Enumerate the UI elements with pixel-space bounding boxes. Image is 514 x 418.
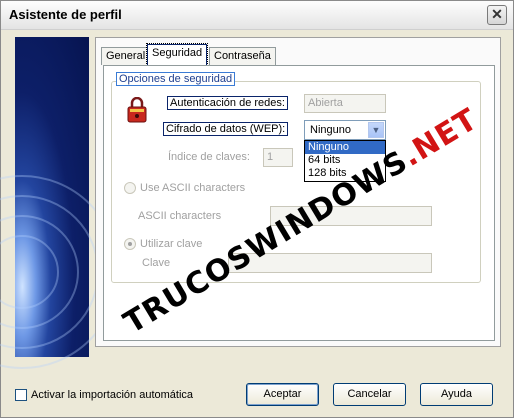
key-index-label: Índice de claves: <box>168 151 250 163</box>
close-icon: ✕ <box>491 6 503 22</box>
network-auth-field[interactable]: Abierta <box>304 94 386 113</box>
network-auth-label: Autenticación de redes: <box>167 96 288 110</box>
encryption-selected-value: Ninguno <box>310 124 351 136</box>
group-title: Opciones de seguridad <box>116 72 236 86</box>
tab-general[interactable]: General <box>101 47 151 65</box>
encryption-label: Cifrado de datos (WEP): <box>163 122 289 136</box>
accept-button[interactable]: Aceptar <box>246 383 319 406</box>
chevron-down-icon[interactable]: ▼ <box>368 122 384 138</box>
tab-seguridad[interactable]: Seguridad <box>145 43 209 66</box>
key-index-field[interactable]: 1 <box>263 148 293 167</box>
close-button[interactable]: ✕ <box>487 5 507 25</box>
title-bar[interactable]: Asistente de perfil ✕ <box>1 1 513 30</box>
cancel-button[interactable]: Cancelar <box>333 383 406 406</box>
dropdown-option[interactable]: Ninguno <box>305 141 385 154</box>
side-banner-image <box>0 37 119 369</box>
encryption-select[interactable]: Ninguno ▼ <box>304 120 386 140</box>
ascii-radio-label: Use ASCII characters <box>140 182 246 194</box>
window-title: Asistente de perfil <box>9 7 122 22</box>
help-button[interactable]: Ayuda <box>420 383 493 406</box>
lock-icon <box>127 97 147 123</box>
ascii-radio[interactable] <box>124 182 136 194</box>
profile-wizard-window: Asistente de perfil ✕ General Seguridad … <box>0 0 514 418</box>
key-radio[interactable] <box>124 238 136 250</box>
tab-contrasena[interactable]: Contraseña <box>209 47 276 65</box>
key-radio-label: Utilizar clave <box>140 238 203 250</box>
key-field-label: Clave <box>142 257 171 269</box>
ascii-field-label: ASCII characters <box>138 210 222 222</box>
auto-import-label: Activar la importación automática <box>31 389 194 401</box>
auto-import-checkbox[interactable] <box>15 389 27 401</box>
